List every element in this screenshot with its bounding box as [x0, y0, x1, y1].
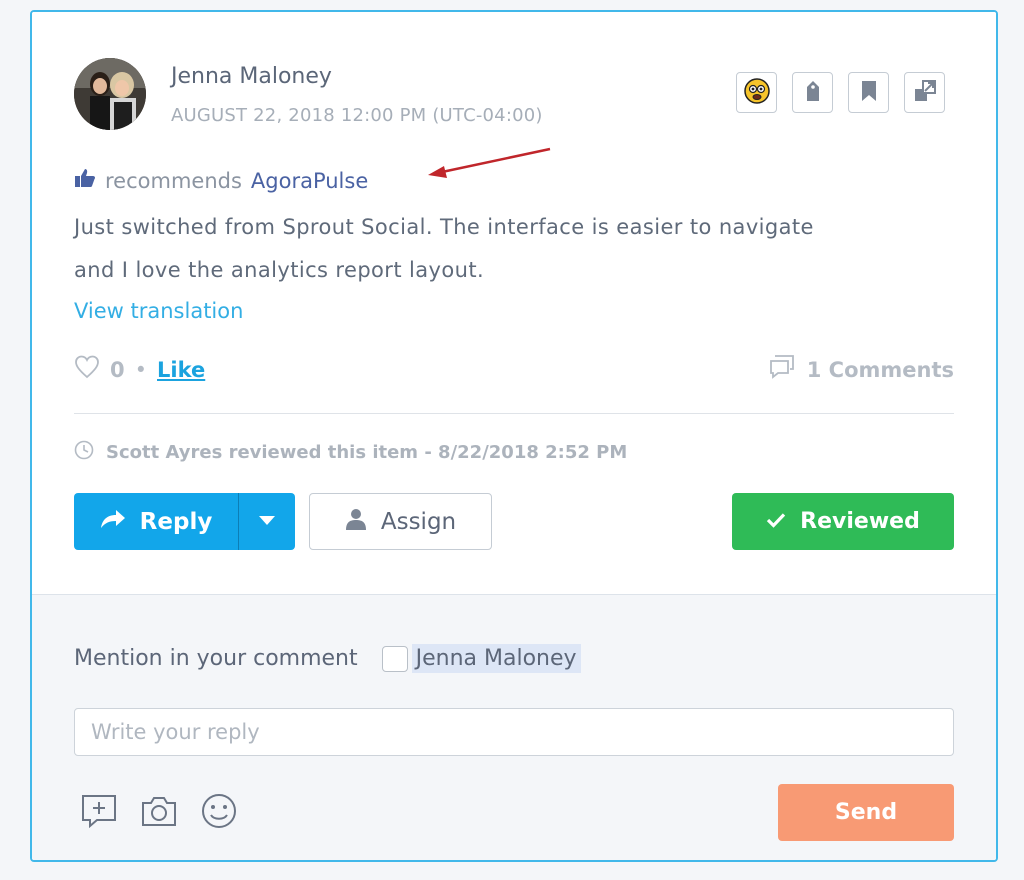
- camera-icon[interactable]: [140, 792, 178, 830]
- user-icon: [345, 508, 367, 536]
- checkmark-icon: [766, 509, 786, 534]
- send-button[interactable]: Send: [778, 784, 954, 841]
- sentiment-button[interactable]: [736, 72, 777, 113]
- open-external-icon: [913, 79, 937, 107]
- reply-label: Reply: [139, 508, 213, 535]
- reviewed-button[interactable]: Reviewed: [732, 493, 954, 550]
- bookmark-button[interactable]: [848, 72, 889, 113]
- post-date: AUGUST 22, 2018 12:00 PM (UTC-04:00): [171, 105, 543, 126]
- recommended-page-link[interactable]: AgoraPulse: [251, 169, 368, 193]
- thumbs-up-icon: [74, 168, 96, 193]
- item-actions: [736, 72, 945, 113]
- chevron-down-icon: [259, 514, 275, 529]
- review-status: Scott Ayres reviewed this item - 8/22/20…: [74, 440, 627, 465]
- mention-row: Mention in your comment Jenna Maloney: [74, 644, 581, 673]
- like-count: 0: [110, 357, 125, 382]
- tag-icon: [804, 79, 822, 107]
- clock-icon: [74, 440, 94, 465]
- review-status-text: Scott Ayres reviewed this item - 8/22/20…: [106, 442, 628, 463]
- heart-icon[interactable]: [74, 355, 100, 384]
- divider: [74, 413, 954, 414]
- post-body: Just switched from Sprout Social. The in…: [74, 206, 934, 292]
- post-body-line: and I love the analytics report layout.: [74, 258, 485, 282]
- reply-input[interactable]: [74, 708, 954, 756]
- likes-row: 0 • Like: [74, 355, 205, 384]
- avatar[interactable]: [74, 58, 146, 130]
- reviewed-label: Reviewed: [800, 509, 920, 534]
- mention-name[interactable]: Jenna Maloney: [411, 644, 581, 673]
- add-comment-icon[interactable]: [80, 792, 118, 830]
- share-arrow-icon: [100, 509, 126, 535]
- assign-button[interactable]: Assign: [309, 493, 492, 550]
- comment-bubble-icon: [769, 355, 795, 384]
- like-link[interactable]: Like: [157, 358, 205, 382]
- view-translation-link[interactable]: View translation: [74, 299, 243, 323]
- reply-button[interactable]: Reply: [74, 493, 238, 550]
- mention-checkbox[interactable]: [381, 645, 408, 672]
- author-name[interactable]: Jenna Maloney: [171, 64, 332, 89]
- tag-button[interactable]: [792, 72, 833, 113]
- like-separator: •: [134, 357, 148, 382]
- mention-label: Mention in your comment: [74, 646, 358, 671]
- post-section: Jenna Maloney AUGUST 22, 2018 12:00 PM (…: [32, 12, 996, 594]
- comments-count[interactable]: 1 Comments: [769, 355, 954, 384]
- composer-tools: [80, 792, 238, 830]
- open-external-button[interactable]: [904, 72, 945, 113]
- reply-button-group: Reply: [74, 493, 295, 550]
- post-card: Jenna Maloney AUGUST 22, 2018 12:00 PM (…: [30, 10, 998, 862]
- sentiment-icon: [743, 77, 770, 108]
- recommend-label: recommends: [105, 168, 242, 193]
- assign-label: Assign: [380, 508, 457, 535]
- bookmark-icon: [861, 80, 877, 106]
- annotation-arrow: [428, 147, 551, 178]
- post-body-line: Just switched from Sprout Social. The in…: [74, 215, 814, 239]
- comments-label: 1 Comments: [806, 357, 954, 382]
- reply-options-dropdown[interactable]: [238, 493, 295, 550]
- recommendation-line: recommends AgoraPulse: [74, 168, 368, 193]
- emoji-icon[interactable]: [200, 792, 238, 830]
